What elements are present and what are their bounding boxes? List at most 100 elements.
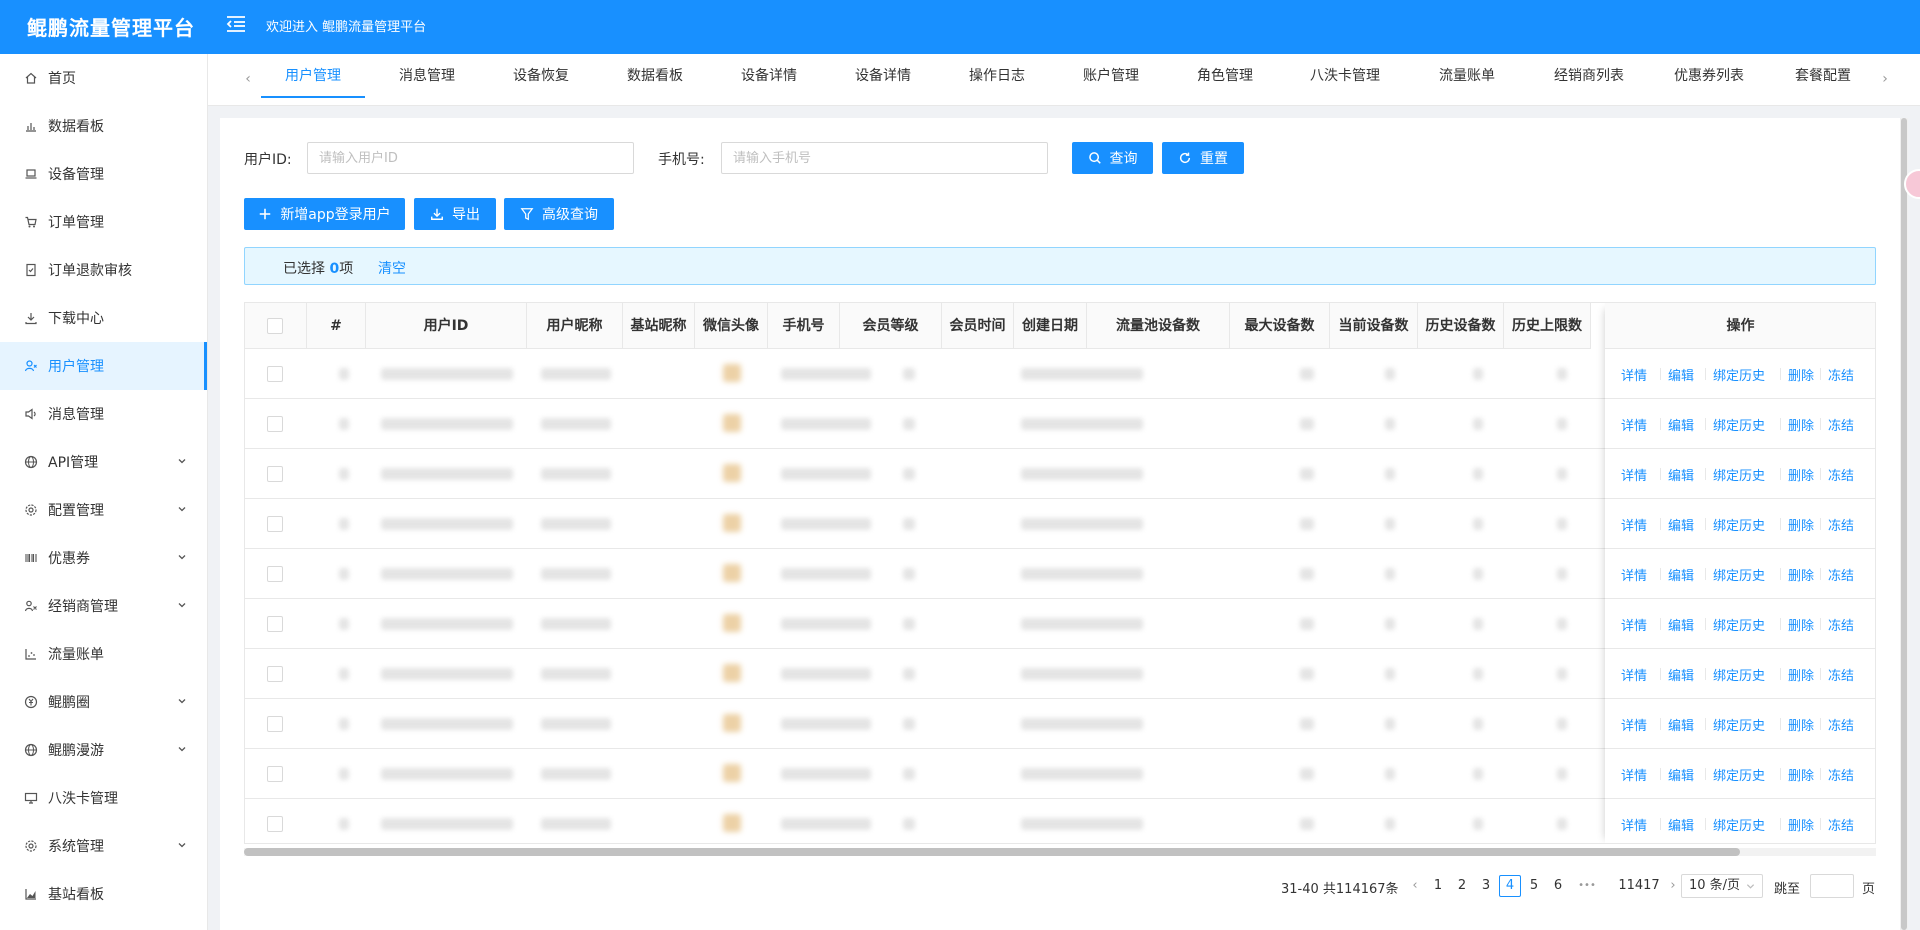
tab-9[interactable]: 八泆卡管理: [1295, 54, 1395, 98]
tab-2[interactable]: 设备恢复: [491, 54, 591, 98]
row-action-0[interactable]: 详情: [1621, 465, 1647, 484]
row-action-1[interactable]: 编辑: [1668, 715, 1694, 734]
row-action-3[interactable]: 删除: [1788, 565, 1814, 584]
sidebar-item-3[interactable]: 订单管理: [0, 198, 207, 246]
row-action-3[interactable]: 删除: [1788, 665, 1814, 684]
row-action-3[interactable]: 删除: [1788, 465, 1814, 484]
row-checkbox[interactable]: [267, 766, 283, 782]
row-action-1[interactable]: 编辑: [1668, 515, 1694, 534]
tab-0[interactable]: 用户管理: [263, 54, 363, 98]
row-checkbox[interactable]: [267, 516, 283, 532]
phone-input[interactable]: [721, 142, 1048, 174]
row-action-2[interactable]: 绑定历史: [1713, 665, 1765, 684]
row-action-4[interactable]: 冻结: [1828, 415, 1854, 434]
page-5[interactable]: 5: [1523, 875, 1545, 897]
row-action-3[interactable]: 删除: [1788, 365, 1814, 384]
row-checkbox[interactable]: [267, 566, 283, 582]
sidebar-item-11[interactable]: 经销商管理: [0, 582, 207, 630]
tab-1[interactable]: 消息管理: [377, 54, 477, 98]
row-action-4[interactable]: 冻结: [1828, 815, 1854, 834]
row-action-4[interactable]: 冻结: [1828, 365, 1854, 384]
row-action-0[interactable]: 详情: [1621, 365, 1647, 384]
tab-6[interactable]: 操作日志: [947, 54, 1047, 98]
tab-11[interactable]: 经销商列表: [1539, 54, 1639, 98]
row-action-0[interactable]: 详情: [1621, 415, 1647, 434]
sidebar-item-14[interactable]: 鲲鹏漫游: [0, 726, 207, 774]
row-action-1[interactable]: 编辑: [1668, 415, 1694, 434]
sidebar-item-6[interactable]: 用户管理: [0, 342, 207, 390]
row-action-4[interactable]: 冻结: [1828, 515, 1854, 534]
row-action-4[interactable]: 冻结: [1828, 465, 1854, 484]
clear-selection-link[interactable]: 清空: [378, 258, 406, 278]
row-action-1[interactable]: 编辑: [1668, 565, 1694, 584]
row-action-1[interactable]: 编辑: [1668, 665, 1694, 684]
sidebar-item-0[interactable]: 首页: [0, 54, 207, 102]
horizontal-scrollbar[interactable]: [244, 848, 1740, 856]
row-action-0[interactable]: 详情: [1621, 615, 1647, 634]
page-6[interactable]: 6: [1547, 875, 1569, 897]
jump-page-input[interactable]: [1810, 874, 1854, 898]
add-app-user-button[interactable]: 新增app登录用户: [244, 198, 405, 230]
row-action-2[interactable]: 绑定历史: [1713, 365, 1765, 384]
prev-page-icon[interactable]: ‹: [1404, 875, 1426, 897]
sidebar-item-15[interactable]: 八泆卡管理: [0, 774, 207, 822]
query-button[interactable]: 查询: [1072, 142, 1153, 174]
row-action-1[interactable]: 编辑: [1668, 815, 1694, 834]
page-2[interactable]: 2: [1451, 875, 1473, 897]
row-action-1[interactable]: 编辑: [1668, 465, 1694, 484]
tab-12[interactable]: 优惠券列表: [1659, 54, 1759, 98]
row-action-3[interactable]: 删除: [1788, 415, 1814, 434]
page-1[interactable]: 1: [1427, 875, 1449, 897]
row-action-2[interactable]: 绑定历史: [1713, 515, 1765, 534]
row-action-3[interactable]: 删除: [1788, 615, 1814, 634]
row-checkbox[interactable]: [267, 416, 283, 432]
tab-scroll-left-icon[interactable]: ‹: [241, 71, 255, 87]
row-action-3[interactable]: 删除: [1788, 515, 1814, 534]
tab-scroll-right-icon[interactable]: ›: [1878, 71, 1892, 87]
menu-fold-icon[interactable]: [224, 12, 248, 36]
sidebar-item-8[interactable]: API管理: [0, 438, 207, 486]
sidebar-item-2[interactable]: 设备管理: [0, 150, 207, 198]
sidebar-item-4[interactable]: 订单退款审核: [0, 246, 207, 294]
tab-5[interactable]: 设备详情: [833, 54, 933, 98]
row-action-3[interactable]: 删除: [1788, 815, 1814, 834]
row-action-4[interactable]: 冻结: [1828, 665, 1854, 684]
row-action-1[interactable]: 编辑: [1668, 615, 1694, 634]
row-action-4[interactable]: 冻结: [1828, 565, 1854, 584]
row-action-2[interactable]: 绑定历史: [1713, 415, 1765, 434]
vertical-scrollbar[interactable]: [1901, 118, 1907, 930]
tab-10[interactable]: 流量账单: [1417, 54, 1517, 98]
row-action-0[interactable]: 详情: [1621, 815, 1647, 834]
more-pages-ellipsis[interactable]: •••: [1576, 875, 1598, 897]
row-action-0[interactable]: 详情: [1621, 715, 1647, 734]
tab-8[interactable]: 角色管理: [1175, 54, 1275, 98]
sidebar-item-13[interactable]: 鲲鹏圈: [0, 678, 207, 726]
page-3[interactable]: 3: [1475, 875, 1497, 897]
row-checkbox[interactable]: [267, 366, 283, 382]
row-action-4[interactable]: 冻结: [1828, 765, 1854, 784]
row-action-2[interactable]: 绑定历史: [1713, 615, 1765, 634]
row-action-2[interactable]: 绑定历史: [1713, 465, 1765, 484]
tab-4[interactable]: 设备详情: [719, 54, 819, 98]
sidebar-item-12[interactable]: 流量账单: [0, 630, 207, 678]
row-action-0[interactable]: 详情: [1621, 565, 1647, 584]
advanced-query-button[interactable]: 高级查询: [504, 198, 614, 230]
row-checkbox[interactable]: [267, 466, 283, 482]
sidebar-item-1[interactable]: 数据看板: [0, 102, 207, 150]
row-checkbox[interactable]: [267, 716, 283, 732]
row-checkbox[interactable]: [267, 666, 283, 682]
row-action-2[interactable]: 绑定历史: [1713, 565, 1765, 584]
page-4[interactable]: 4: [1499, 875, 1521, 897]
row-action-3[interactable]: 删除: [1788, 765, 1814, 784]
reset-button[interactable]: 重置: [1162, 142, 1244, 174]
row-checkbox[interactable]: [267, 816, 283, 832]
sidebar-item-5[interactable]: 下载中心: [0, 294, 207, 342]
row-action-1[interactable]: 编辑: [1668, 765, 1694, 784]
sidebar-item-17[interactable]: 基站看板: [0, 870, 207, 918]
row-action-2[interactable]: 绑定历史: [1713, 715, 1765, 734]
tab-7[interactable]: 账户管理: [1061, 54, 1161, 98]
tab-3[interactable]: 数据看板: [605, 54, 705, 98]
sidebar-item-7[interactable]: 消息管理: [0, 390, 207, 438]
row-action-4[interactable]: 冻结: [1828, 615, 1854, 634]
page-size-select[interactable]: 10 条/页: [1681, 874, 1763, 898]
